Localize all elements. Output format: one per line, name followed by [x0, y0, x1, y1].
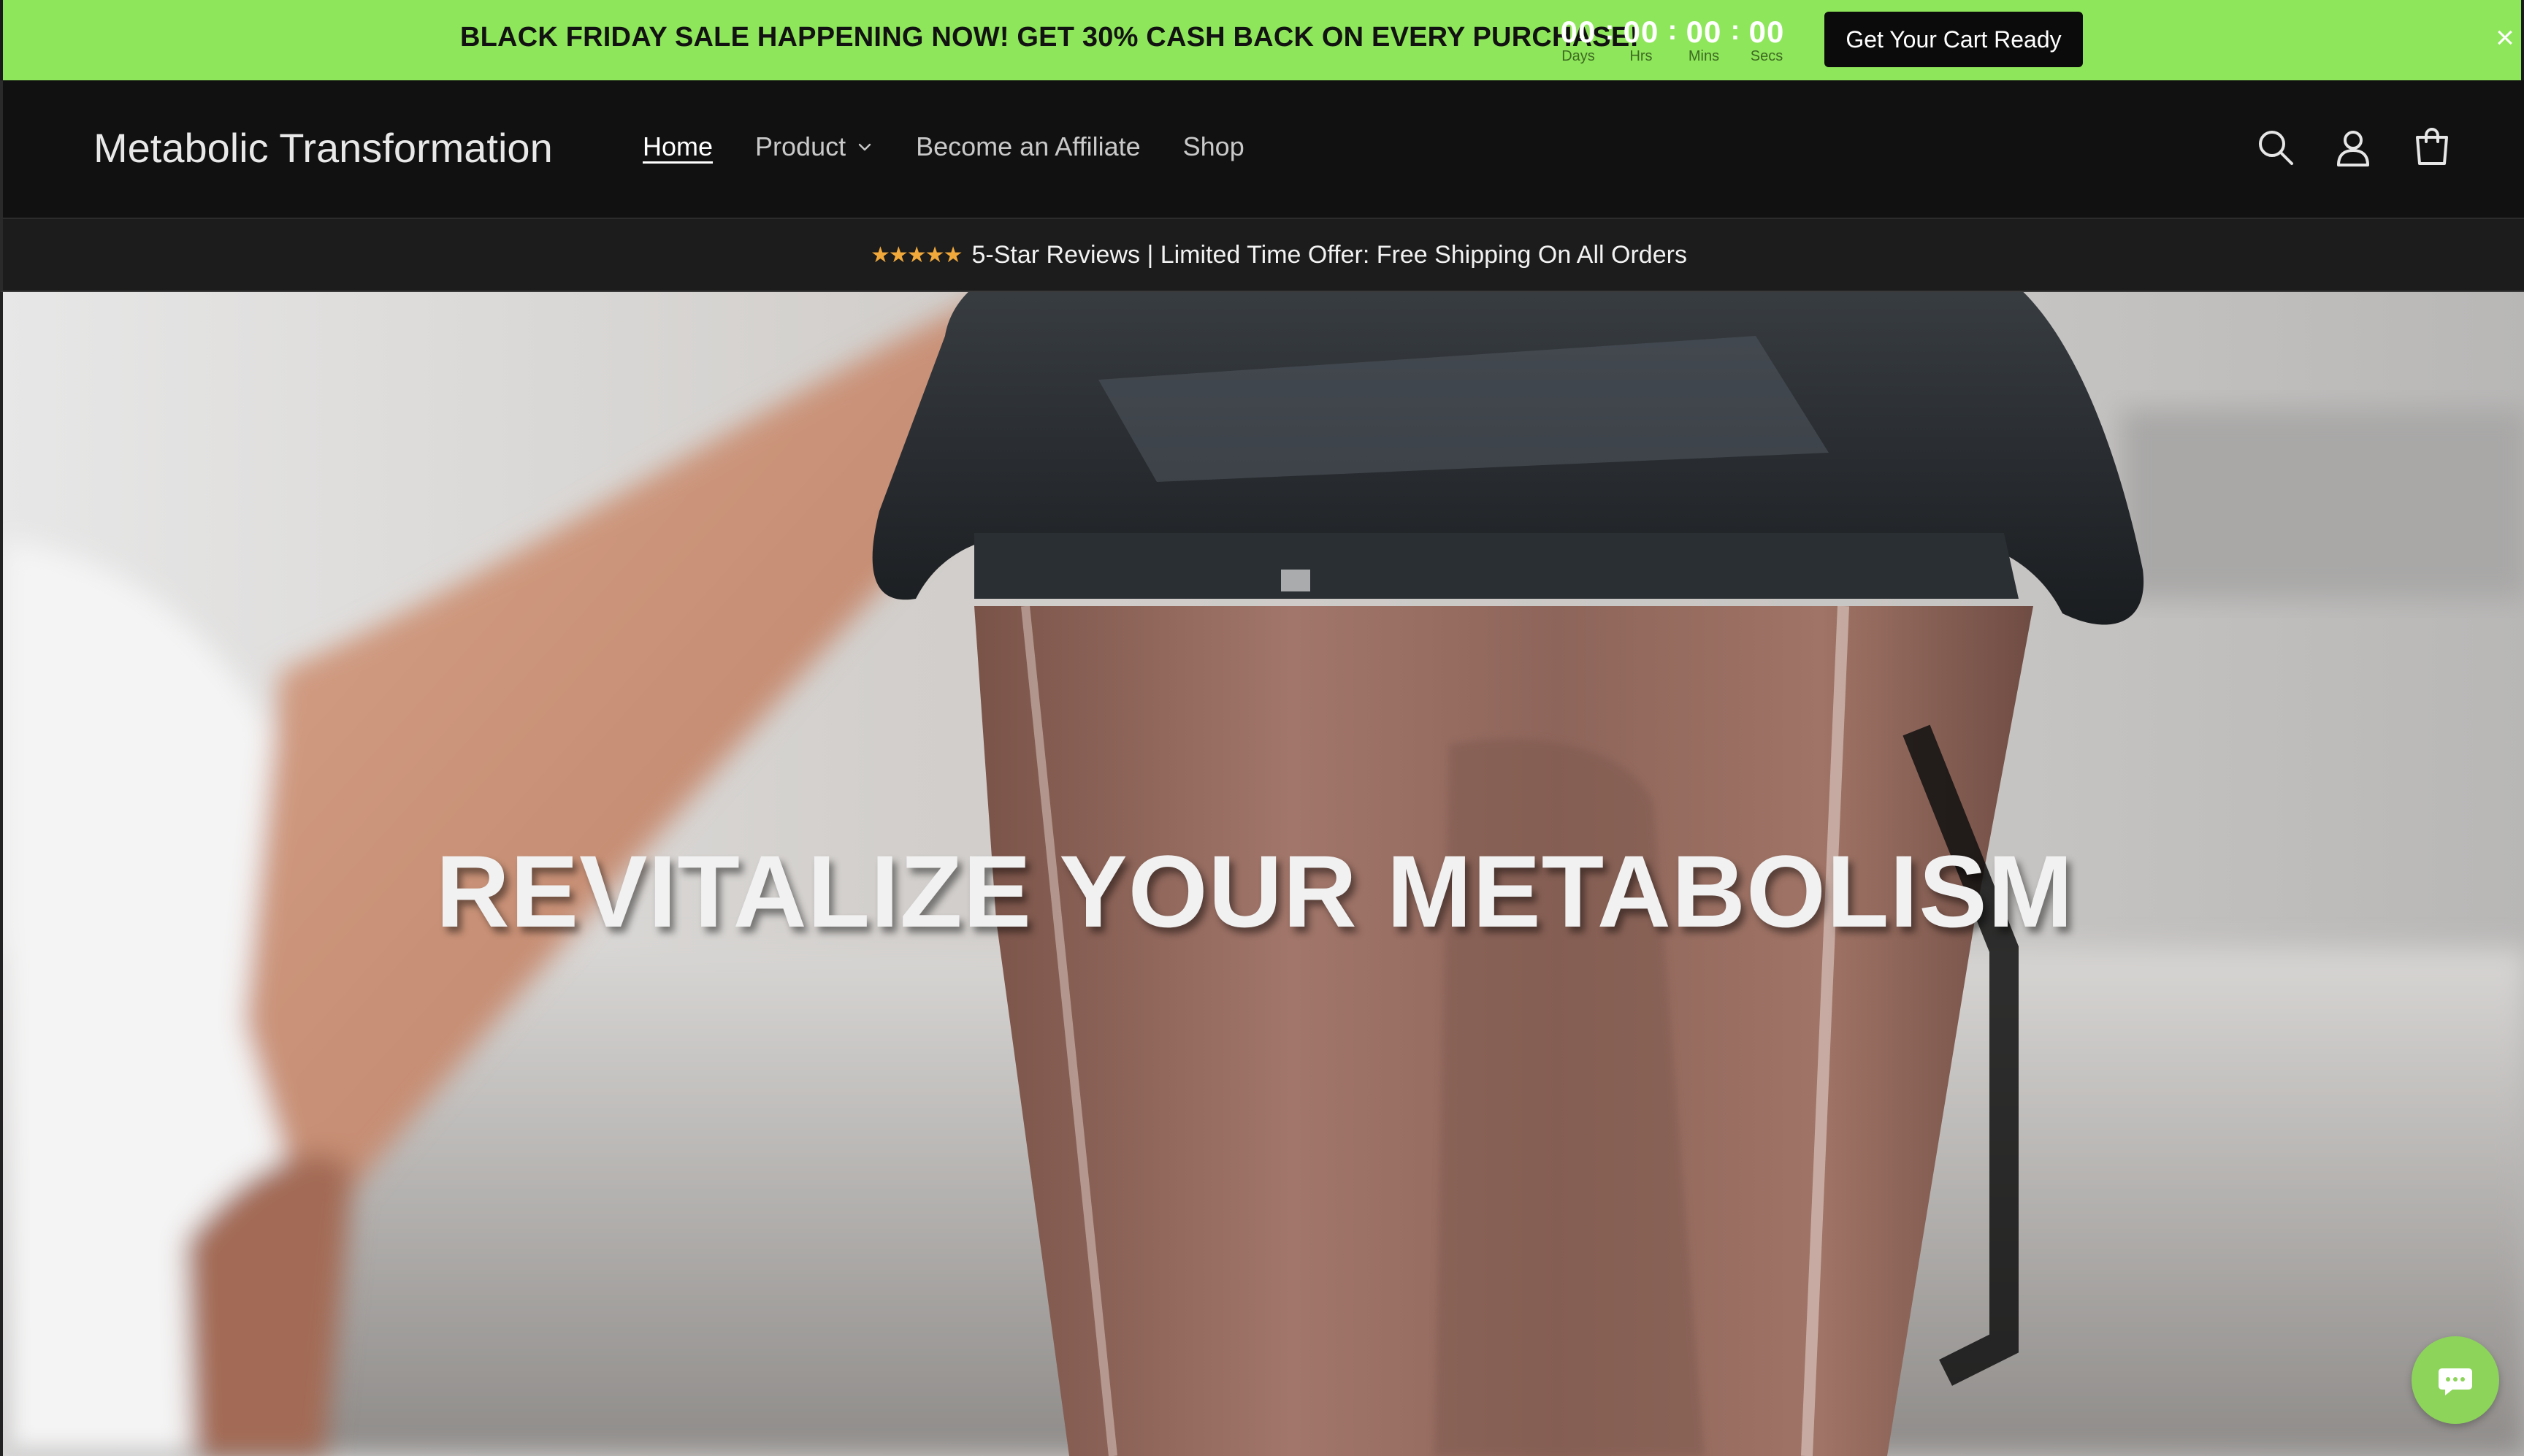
promo-banner: BLACK FRIDAY SALE HAPPENING NOW! GET 30%…	[0, 0, 2524, 80]
countdown-timer: 00 Days : 00 Hrs : 00 Mins : 00 Secs	[1554, 16, 1791, 67]
hero-section: REVITALIZE YOUR METABOLISM	[0, 292, 2524, 1456]
nav-item-affiliate[interactable]: Become an Affiliate	[916, 131, 1141, 162]
chevron-down-icon	[858, 143, 871, 151]
site-logo[interactable]: Metabolic Transformation	[93, 124, 553, 172]
countdown-days-label: Days	[1561, 48, 1595, 64]
countdown-hours-value: 00	[1623, 15, 1659, 49]
promo-message: BLACK FRIDAY SALE HAPPENING NOW! GET 30%…	[460, 22, 1640, 53]
announcement-text: 5-Star Reviews | Limited Time Offer: Fre…	[971, 241, 1687, 269]
countdown-separator: :	[1730, 15, 1740, 46]
countdown-hours-label: Hrs	[1629, 48, 1653, 64]
countdown-seconds-label: Secs	[1750, 48, 1783, 64]
nav-item-shop[interactable]: Shop	[1183, 131, 1244, 162]
search-icon[interactable]	[2254, 126, 2298, 169]
close-icon[interactable]: ×	[2489, 22, 2521, 54]
site-header: Metabolic Transformation Home Product Be…	[0, 80, 2524, 218]
announcement-bar: ★★★★★ 5-Star Reviews | Limited Time Offe…	[0, 218, 2524, 292]
star-rating-icon: ★★★★★	[871, 243, 963, 267]
get-your-cart-ready-button[interactable]: Get Your Cart Ready	[1824, 12, 2083, 67]
countdown-minutes-value: 00	[1686, 15, 1722, 49]
countdown-separator: :	[1605, 15, 1615, 46]
countdown-minutes: 00 Mins	[1680, 15, 1728, 65]
cart-icon[interactable]	[2410, 126, 2454, 169]
countdown-seconds-value: 00	[1748, 15, 1785, 49]
nav-item-label: Become an Affiliate	[916, 131, 1141, 161]
hero-title: REVITALIZE YOUR METABOLISM	[3, 832, 2524, 951]
nav-item-label: Product	[755, 131, 846, 161]
account-icon[interactable]	[2331, 126, 2375, 169]
main-nav: Home Product Become an Affiliate Shop	[643, 131, 1287, 162]
chat-icon	[2439, 1368, 2472, 1395]
nav-item-label: Shop	[1182, 131, 1244, 161]
chat-button[interactable]	[2412, 1336, 2499, 1424]
countdown-hours: 00 Hrs	[1617, 15, 1665, 65]
countdown-minutes-label: Mins	[1688, 48, 1720, 64]
nav-item-product[interactable]: Product	[755, 131, 873, 162]
countdown-days: 00 Days	[1554, 15, 1602, 65]
hero-title-text: REVITALIZE YOUR METABOLISM	[435, 834, 2074, 949]
countdown-days-value: 00	[1560, 15, 1596, 49]
nav-item-home[interactable]: Home	[643, 131, 713, 162]
announcement-content: ★★★★★ 5-Star Reviews | Limited Time Offe…	[871, 241, 1687, 269]
countdown-seconds: 00 Secs	[1743, 15, 1791, 65]
nav-item-label: Home	[643, 131, 714, 161]
countdown-separator: :	[1667, 15, 1678, 46]
